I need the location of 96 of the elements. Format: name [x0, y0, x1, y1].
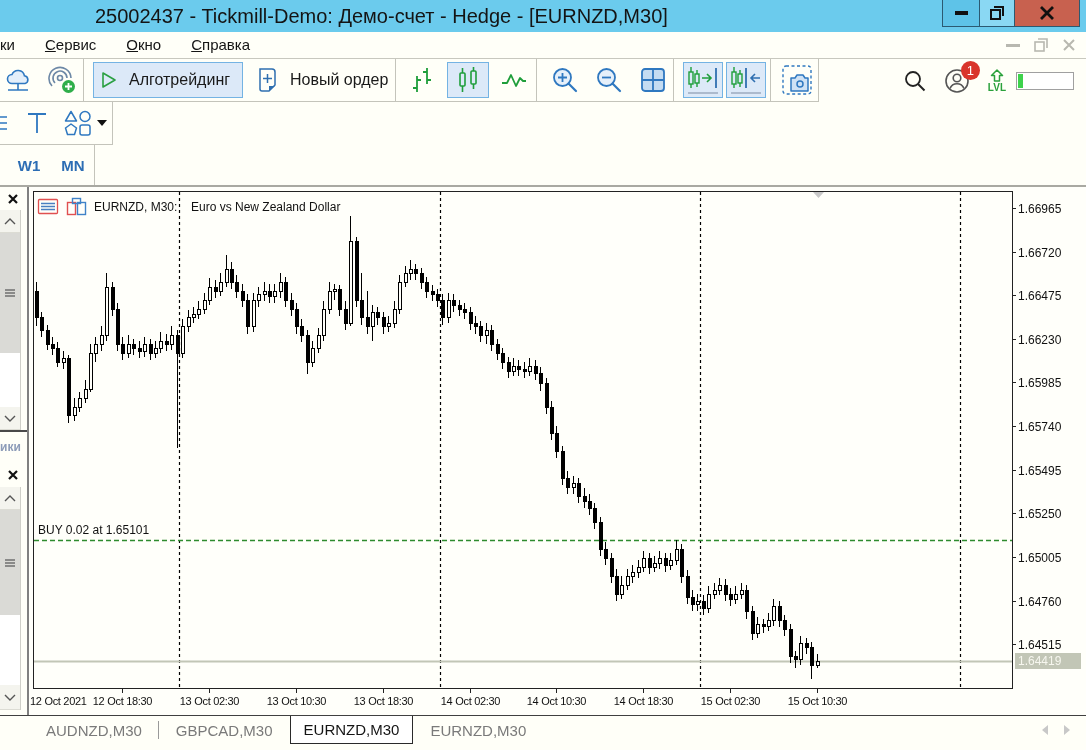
restore-button[interactable]	[980, 0, 1015, 27]
menu-item[interactable]: Окно	[126, 35, 162, 55]
scrollbar-thumb[interactable]	[0, 233, 20, 353]
line-chart-icon	[501, 72, 527, 88]
level-button[interactable]: LVL	[987, 68, 1006, 93]
timeframe-button[interactable]: W1	[14, 149, 44, 181]
time-axis-label: 14 Oct 18:30	[613, 695, 674, 707]
camera-icon	[782, 65, 812, 95]
panel-close-button[interactable]	[8, 193, 18, 204]
shapes-icon	[64, 110, 92, 136]
time-axis-label: 15 Oct 02:30	[700, 695, 761, 707]
scrollbar-thumb[interactable]	[0, 510, 20, 615]
grid-icon	[641, 68, 665, 92]
price-axis-label: 1.66230	[1018, 332, 1062, 347]
minimize-button[interactable]	[942, 0, 980, 27]
close-icon	[8, 469, 18, 480]
search-button[interactable]	[903, 69, 926, 92]
chart-shift-button[interactable]	[726, 62, 766, 98]
close-icon	[8, 193, 18, 204]
bars-arrow-right-icon	[686, 65, 720, 95]
list-icon	[37, 198, 59, 215]
time-axis-label: 14 Oct 02:30	[440, 695, 501, 707]
chevron-down-icon	[4, 414, 16, 422]
close-button[interactable]	[1015, 0, 1080, 27]
price-axis-label: 1.64515	[1018, 637, 1062, 652]
scroll-right-icon	[1064, 725, 1070, 735]
start-date-label: 12 Oct 2021	[30, 695, 87, 707]
cloud-icon	[4, 68, 32, 92]
search-icon	[903, 69, 926, 92]
rings-plus-icon	[48, 66, 76, 94]
restore-icon	[1034, 38, 1048, 52]
panel-tab-label[interactable]: ики	[0, 440, 21, 454]
price-axis-label: 1.65250	[1018, 506, 1062, 521]
text-tool-icon	[27, 112, 47, 134]
zoom-out-icon	[596, 67, 622, 93]
price-axis-label: 1.66965	[1018, 201, 1062, 216]
chevron-down-icon	[4, 693, 16, 701]
order-level-label: BUY 0.02 at 1.65101	[38, 522, 150, 537]
close-icon	[1063, 39, 1075, 51]
chevron-up-icon	[4, 217, 16, 225]
price-axis-label: 1.66720	[1018, 245, 1062, 260]
restore-icon	[990, 6, 1004, 20]
new-order-button[interactable]: Новый ордер	[250, 62, 390, 98]
chart-window-icon	[66, 197, 87, 216]
price-axis-label: 1.65740	[1018, 419, 1062, 434]
menu-item[interactable]: Сервис	[44, 35, 97, 55]
menu-item[interactable]: ки	[0, 35, 15, 55]
time-axis-label: 15 Oct 10:30	[787, 695, 848, 707]
window-title: 25002437 - Tickmill-Demo: Демо-счет - Hedge - [EURNZD,M30]	[94, 4, 669, 29]
ref-line-label: 1.64419	[1018, 654, 1062, 668]
grip-icon	[5, 558, 15, 567]
chart-tab[interactable]: GBPCAD,M30	[158, 716, 290, 744]
notification-badge: 1	[960, 60, 980, 80]
scroll-up-button[interactable]	[0, 487, 20, 510]
shift-marker-icon	[813, 192, 824, 198]
price-boxes-icon	[456, 66, 480, 94]
chevron-up-icon	[4, 494, 16, 502]
minimize-icon	[1006, 43, 1020, 47]
play-icon	[101, 71, 117, 89]
time-axis-label: 13 Oct 18:30	[353, 695, 414, 707]
scroll-up-button[interactable]	[0, 210, 20, 233]
chart-tab[interactable]: EURNZD,M30	[289, 716, 414, 744]
close-icon	[1040, 6, 1054, 20]
scroll-down-button[interactable]	[0, 407, 20, 430]
price-bars-icon	[410, 67, 434, 93]
panel-close-button[interactable]	[8, 469, 18, 480]
chart-tab[interactable]: AUDNZD,M30	[29, 716, 159, 744]
chart-symbol-title: EURNZD, M30:	[94, 200, 178, 214]
algo-trading-button[interactable]: Алготрейдинг	[93, 62, 243, 98]
current-price-tag: 1.64419	[1015, 653, 1081, 669]
price-axis-label: 1.65495	[1018, 463, 1062, 478]
chart-tab[interactable]: EURNZD,M30	[413, 716, 544, 744]
price-axis-label: 1.64760	[1018, 594, 1062, 609]
menu-item[interactable]: Справка	[191, 35, 251, 55]
chart-symbol-description: Euro vs New Zealand Dollar	[191, 200, 341, 214]
price-axis-label: 1.66475	[1018, 288, 1062, 303]
screenshot-button[interactable]	[779, 62, 815, 98]
time-axis-label: 13 Oct 10:30	[266, 695, 327, 707]
zoom-in-icon	[552, 67, 578, 93]
box-chart-button[interactable]	[447, 62, 489, 98]
arrow-up-icon	[989, 68, 1004, 82]
time-axis-label: 14 Oct 10:30	[526, 695, 587, 707]
price-axis-label: 1.65005	[1018, 550, 1062, 565]
grip-icon	[5, 289, 15, 297]
scroll-down-button[interactable]	[0, 685, 20, 710]
bars-arrow-left-icon	[729, 65, 763, 95]
caret-down-icon	[97, 120, 107, 126]
price-axis-label: 1.65985	[1018, 375, 1062, 390]
minimize-icon	[954, 11, 968, 15]
list-lines-icon	[0, 113, 8, 133]
time-axis-label: 12 Oct 18:30	[92, 695, 153, 707]
scroll-left-icon	[1042, 725, 1048, 735]
auto-scroll-button[interactable]	[683, 62, 723, 98]
timeframe-button[interactable]: MN	[58, 149, 88, 181]
time-axis-label: 13 Oct 02:30	[179, 695, 240, 707]
document-plus-icon	[258, 68, 278, 92]
